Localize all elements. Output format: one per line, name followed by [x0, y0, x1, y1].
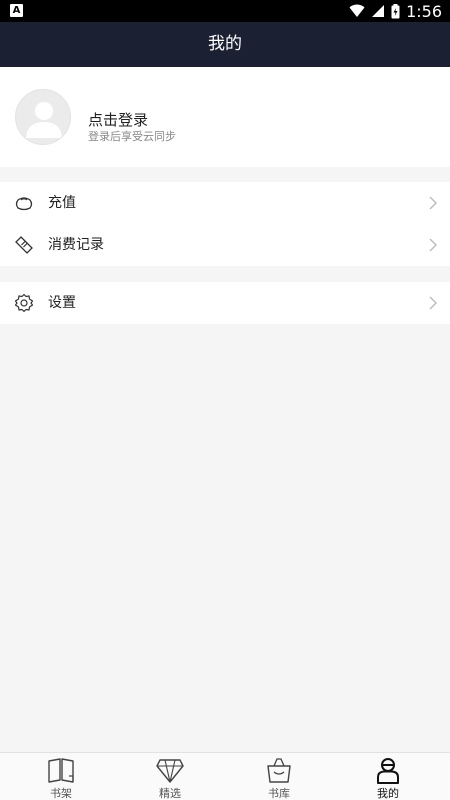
diamond-icon [156, 759, 184, 783]
tab-label-mine: 我的 [377, 787, 399, 800]
login-prompt[interactable]: 点击登录 [88, 109, 148, 130]
menu-group-settings: 设置 [0, 282, 450, 324]
bottom-tab-bar: 书架 精选 书库 我的 [0, 752, 450, 800]
page-title: 我的 [0, 22, 450, 67]
tab-featured[interactable]: 精选 [114, 753, 226, 800]
menu-item-records[interactable]: 消费记录 [0, 224, 450, 266]
bag-icon [267, 758, 291, 783]
notification-icon: A [10, 4, 23, 17]
chevron-right-icon [429, 238, 437, 252]
bookshelf-icon [48, 758, 74, 783]
avatar[interactable] [15, 89, 71, 145]
wifi-icon [349, 4, 365, 17]
coin-purse-icon [15, 197, 33, 211]
menu-label-recharge: 充值 [48, 195, 76, 211]
menu-group-account: 充值 消费记录 [0, 182, 450, 266]
battery-icon [391, 3, 400, 18]
tab-label-bookshelf: 书架 [50, 787, 72, 800]
chevron-right-icon [429, 296, 437, 310]
status-bar: A 1:56 [0, 0, 450, 22]
ticket-icon [15, 236, 33, 254]
tab-bookshelf[interactable]: 书架 [5, 753, 117, 800]
gear-icon [14, 293, 34, 313]
chevron-right-icon [429, 196, 437, 210]
status-indicators: 1:56 [349, 1, 442, 21]
menu-label-settings: 设置 [48, 295, 76, 311]
default-avatar-icon [26, 102, 62, 138]
menu-item-recharge[interactable]: 充值 [0, 182, 450, 224]
person-icon [377, 758, 399, 784]
tab-library[interactable]: 书库 [223, 753, 335, 800]
login-hint: 登录后享受云同步 [88, 130, 176, 143]
profile-card[interactable]: 点击登录 登录后享受云同步 [0, 67, 450, 167]
menu-label-records: 消费记录 [48, 237, 104, 253]
menu-item-settings[interactable]: 设置 [0, 282, 450, 324]
tab-mine[interactable]: 我的 [332, 753, 444, 800]
clock: 1:56 [406, 1, 442, 21]
tab-label-featured: 精选 [159, 787, 181, 800]
signal-icon [372, 5, 385, 17]
tab-label-library: 书库 [268, 787, 290, 800]
